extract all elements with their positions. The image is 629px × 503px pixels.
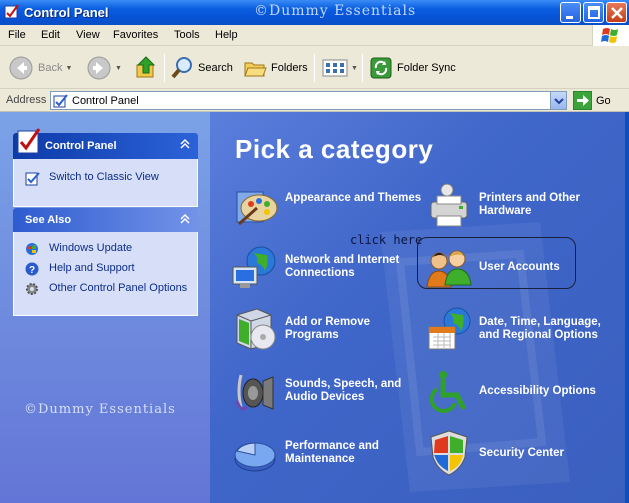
- annotation-text: click here: [350, 233, 423, 247]
- window-title: Control Panel: [24, 5, 109, 20]
- pie-chart-icon: [234, 442, 276, 472]
- up-button[interactable]: [134, 54, 158, 82]
- maximize-button[interactable]: [583, 2, 604, 23]
- control-panel-section: Control Panel Switch to Classic View: [13, 128, 198, 207]
- annotation-outline: [417, 237, 576, 289]
- category-sounds-speech-and-audio-devices[interactable]: Sounds, Speech, and Audio Devices: [231, 367, 421, 417]
- accessibility-wheelchair-icon: [429, 371, 466, 413]
- windows-flag-icon: [601, 28, 618, 43]
- category-printers-and-other-hardware[interactable]: Printers and Other Hardware: [425, 182, 615, 232]
- category-appearance-and-themes[interactable]: Appearance and Themes: [231, 182, 421, 232]
- address-label: Address: [6, 94, 47, 106]
- control-panel-section-body: Switch to Classic View: [13, 159, 198, 207]
- category-security-center[interactable]: Security Center: [425, 429, 615, 479]
- watermark: ©Dummy Essentials: [254, 3, 417, 19]
- other-control-panel-options-link[interactable]: Other Control Panel Options: [14, 282, 197, 295]
- network-globe-icon: [232, 246, 276, 288]
- menu-file[interactable]: File: [8, 29, 26, 41]
- menu-view[interactable]: View: [76, 29, 100, 41]
- address-bar: Address Control Panel Go: [0, 89, 629, 112]
- speaker-icon: [235, 374, 274, 411]
- calendar-globe-icon: [428, 307, 471, 350]
- back-dropdown-icon[interactable]: ▼: [65, 65, 72, 72]
- views-button[interactable]: ▼: [322, 54, 358, 82]
- title-bar[interactable]: Control Panel ©Dummy Essentials: [0, 0, 629, 25]
- toolbar: Back ▼ ▼ Search Folders ▼ Folder Sync: [0, 46, 629, 89]
- forward-dropdown-icon[interactable]: ▼: [115, 65, 122, 72]
- address-input[interactable]: Control Panel: [50, 91, 567, 110]
- forward-button[interactable]: ▼: [86, 54, 122, 82]
- windows-update-icon: [26, 243, 38, 255]
- control-panel-icon: [53, 94, 68, 108]
- svg-text:?: ?: [29, 265, 35, 276]
- menu-edit[interactable]: Edit: [41, 29, 60, 41]
- search-icon: [171, 57, 192, 79]
- control-panel-icon: [17, 128, 41, 154]
- go-arrow-icon: [573, 91, 592, 110]
- chevron-down-icon: [554, 98, 564, 105]
- see-also-section-body: Windows Update ? Help and Support Other …: [13, 232, 198, 316]
- go-button[interactable]: Go: [573, 91, 611, 110]
- folders-icon: [244, 62, 267, 77]
- menu-tools[interactable]: Tools: [174, 29, 200, 41]
- gear-icon: [26, 283, 38, 295]
- forward-arrow-icon: [87, 56, 111, 80]
- folder-sync-button[interactable]: Folder Sync: [369, 54, 456, 82]
- windows-update-link[interactable]: Windows Update: [14, 242, 197, 255]
- close-icon: [611, 7, 623, 19]
- maximize-icon: [588, 6, 600, 19]
- views-icon: [322, 59, 348, 77]
- see-also-section: See Also Windows Update ? Help and Suppo…: [13, 208, 198, 316]
- software-box-icon: [236, 308, 276, 350]
- category-performance-and-maintenance[interactable]: Performance and Maintenance: [231, 429, 421, 479]
- minimize-button[interactable]: [560, 2, 581, 23]
- category-add-or-remove-programs[interactable]: Add or Remove Programs: [231, 305, 421, 355]
- up-folder-icon: [136, 56, 156, 78]
- window-border: [625, 112, 629, 503]
- page-title: Pick a category: [235, 134, 434, 164]
- palette-icon: [236, 191, 278, 226]
- folder-sync-icon: [370, 57, 392, 79]
- back-arrow-icon: [9, 56, 33, 80]
- security-shield-icon: [430, 430, 468, 476]
- task-pane: Control Panel Switch to Classic View See…: [0, 112, 210, 503]
- control-panel-section-header[interactable]: Control Panel: [13, 128, 198, 159]
- menu-bar: File Edit View Favorites Tools Help: [0, 25, 629, 46]
- menu-favorites[interactable]: Favorites: [113, 29, 158, 41]
- category-accessibility-options[interactable]: Accessibility Options: [425, 367, 615, 417]
- views-dropdown-icon[interactable]: ▼: [351, 65, 358, 72]
- control-panel-icon: [4, 4, 19, 19]
- address-dropdown-button[interactable]: [550, 92, 566, 109]
- help-icon: ?: [25, 262, 39, 276]
- back-button[interactable]: Back ▼: [8, 54, 72, 82]
- content-area: Control Panel Switch to Classic View See…: [0, 112, 629, 503]
- minimize-icon: [566, 16, 573, 19]
- help-and-support-link[interactable]: ? Help and Support: [14, 262, 197, 276]
- collapse-icon[interactable]: [178, 212, 192, 226]
- category-date-time-language-and-regional-options[interactable]: Date, Time, Language, and Regional Optio…: [425, 305, 615, 355]
- category-network-and-internet-connections[interactable]: Network and Internet Connections: [231, 243, 421, 293]
- watermark: ©Dummy Essentials: [24, 402, 176, 417]
- menu-help[interactable]: Help: [215, 29, 238, 41]
- printer-icon: [430, 183, 468, 227]
- see-also-section-header[interactable]: See Also: [13, 208, 198, 232]
- address-value: Control Panel: [72, 95, 139, 107]
- windows-logo: [592, 25, 629, 46]
- classic-view-icon: [25, 172, 40, 186]
- search-button[interactable]: Search: [170, 54, 233, 82]
- collapse-icon[interactable]: [178, 137, 192, 151]
- category-view: Pick a category Appearance and Themes Pr…: [210, 112, 629, 503]
- switch-to-classic-view-link[interactable]: Switch to Classic View: [14, 171, 197, 186]
- close-button[interactable]: [606, 2, 627, 23]
- folders-button[interactable]: Folders: [243, 54, 308, 82]
